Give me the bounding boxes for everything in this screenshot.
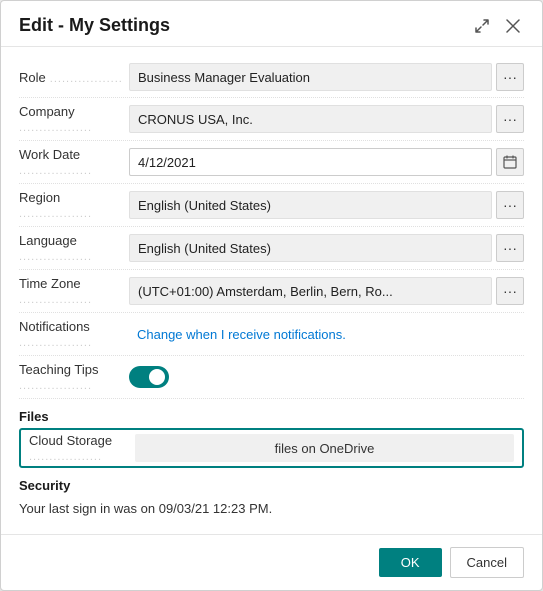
header-actions: [470, 16, 524, 36]
language-value-wrapper: English (United States) ···: [129, 234, 524, 262]
dialog-footer: OK Cancel: [1, 534, 542, 590]
cloud-storage-value: files on OneDrive: [135, 434, 514, 462]
files-section-label: Files: [19, 399, 524, 428]
company-value: CRONUS USA, Inc.: [129, 105, 492, 133]
region-value-wrapper: English (United States) ···: [129, 191, 524, 219]
timezone-value: (UTC+01:00) Amsterdam, Berlin, Bern, Ro.…: [129, 277, 492, 305]
role-ellipsis-button[interactable]: ···: [496, 63, 524, 91]
teaching-tips-toggle-wrapper: [129, 366, 169, 388]
edit-my-settings-dialog: Edit - My Settings Role Business Manager…: [0, 0, 543, 591]
timezone-label: Time Zone: [19, 276, 129, 306]
region-row: Region English (United States) ···: [19, 184, 524, 227]
company-value-wrapper: CRONUS USA, Inc. ···: [129, 105, 524, 133]
role-label: Role: [19, 70, 129, 85]
notifications-link[interactable]: Change when I receive notifications.: [129, 322, 524, 347]
language-row: Language English (United States) ···: [19, 227, 524, 270]
dialog-body: Role Business Manager Evaluation ··· Com…: [1, 47, 542, 534]
work-date-row: Work Date 4/12/2021: [19, 141, 524, 184]
company-label: Company: [19, 104, 129, 134]
work-date-value[interactable]: 4/12/2021: [129, 148, 492, 176]
language-ellipsis-button[interactable]: ···: [496, 234, 524, 262]
region-label: Region: [19, 190, 129, 220]
timezone-value-wrapper: (UTC+01:00) Amsterdam, Berlin, Bern, Ro.…: [129, 277, 524, 305]
region-value: English (United States): [129, 191, 492, 219]
teaching-tips-row: Teaching Tips: [19, 356, 524, 399]
notifications-value-wrapper: Change when I receive notifications.: [129, 322, 524, 347]
security-section: Security Your last sign in was on 09/03/…: [19, 472, 524, 524]
security-signin-text: Your last sign in was on 09/03/21 12:23 …: [19, 497, 524, 524]
calendar-button[interactable]: [496, 148, 524, 176]
region-ellipsis-button[interactable]: ···: [496, 191, 524, 219]
work-date-label: Work Date: [19, 147, 129, 177]
cloud-storage-row[interactable]: Cloud Storage files on OneDrive: [19, 428, 524, 468]
timezone-row: Time Zone (UTC+01:00) Amsterdam, Berlin,…: [19, 270, 524, 313]
security-section-label: Security: [19, 472, 524, 497]
language-label: Language: [19, 233, 129, 263]
company-row: Company CRONUS USA, Inc. ···: [19, 98, 524, 141]
teaching-tips-toggle[interactable]: [129, 366, 169, 388]
timezone-ellipsis-button[interactable]: ···: [496, 277, 524, 305]
work-date-value-wrapper: 4/12/2021: [129, 148, 524, 176]
role-value-wrapper: Business Manager Evaluation ···: [129, 63, 524, 91]
teaching-tips-label: Teaching Tips: [19, 362, 129, 392]
toggle-slider: [129, 366, 169, 388]
cloud-storage-label: Cloud Storage: [21, 433, 131, 463]
notifications-label: Notifications: [19, 319, 129, 349]
company-ellipsis-button[interactable]: ···: [496, 105, 524, 133]
notifications-row: Notifications Change when I receive noti…: [19, 313, 524, 356]
language-value: English (United States): [129, 234, 492, 262]
role-value: Business Manager Evaluation: [129, 63, 492, 91]
expand-button[interactable]: [470, 16, 494, 36]
role-row: Role Business Manager Evaluation ···: [19, 57, 524, 98]
close-button[interactable]: [502, 17, 524, 35]
cancel-button[interactable]: Cancel: [450, 547, 524, 578]
dialog-title: Edit - My Settings: [19, 15, 170, 36]
teaching-tips-value-wrapper: [129, 366, 524, 388]
dialog-header: Edit - My Settings: [1, 1, 542, 47]
ok-button[interactable]: OK: [379, 548, 442, 577]
